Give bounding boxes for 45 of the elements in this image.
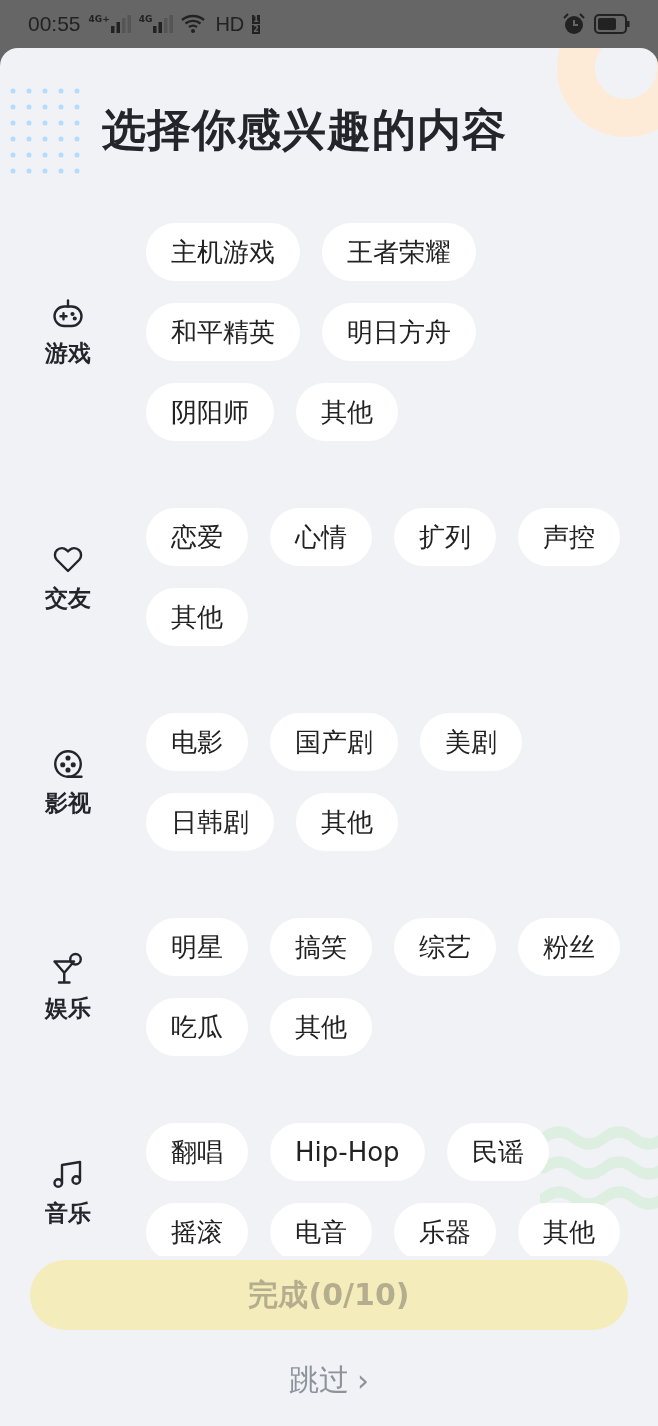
interest-tag[interactable]: 明星 — [146, 918, 248, 976]
interest-tag[interactable]: 主机游戏 — [146, 223, 300, 281]
interest-tag[interactable]: 恋爱 — [146, 508, 248, 566]
network-type: 4G+ — [88, 15, 110, 24]
interest-tag[interactable]: 其他 — [270, 998, 372, 1056]
category-label: 游戏 — [45, 338, 91, 368]
category-label: 音乐 — [45, 1198, 91, 1228]
page-title: 选择你感兴趣的内容 — [102, 103, 507, 157]
interest-tag[interactable]: 电影 — [146, 713, 248, 771]
sim-slot-label: 2 — [252, 24, 260, 34]
hd-label: HD — [215, 12, 245, 36]
interest-tag[interactable]: 明日方舟 — [322, 303, 476, 361]
category-label: 交友 — [45, 583, 91, 613]
interest-tag[interactable]: 翻唱 — [146, 1123, 248, 1181]
signal-icon — [110, 15, 131, 33]
interest-tag[interactable]: 美剧 — [420, 713, 522, 771]
interest-tag[interactable]: 综艺 — [394, 918, 496, 976]
interest-tag[interactable]: 民谣 — [446, 1123, 549, 1181]
network-type: 4G — [138, 15, 153, 24]
interest-tag[interactable]: 摇滚 — [146, 1203, 248, 1256]
interest-tag[interactable]: 国产剧 — [270, 713, 398, 771]
interest-tag[interactable]: 阴阳师 — [146, 383, 274, 441]
category-label: 娱乐 — [45, 993, 91, 1023]
interest-tag[interactable]: 扩列 — [394, 508, 496, 566]
interest-tag[interactable]: 吃瓜 — [146, 998, 248, 1056]
interest-tag[interactable]: 其他 — [518, 1203, 620, 1256]
sim-slot-label: 1 — [252, 14, 260, 24]
interest-tag[interactable]: 乐器 — [394, 1203, 496, 1256]
category-label: 影视 — [45, 788, 91, 818]
status-time: 00:55 — [28, 12, 81, 36]
interest-tag[interactable]: 电音 — [270, 1203, 372, 1256]
interest-tag[interactable]: 其他 — [296, 383, 398, 441]
interest-tag[interactable]: 日韩剧 — [146, 793, 274, 851]
interest-tag[interactable]: 搞笑 — [270, 918, 372, 976]
interest-tag[interactable]: 心情 — [270, 508, 372, 566]
interest-tag[interactable]: 其他 — [296, 793, 398, 851]
interest-tag[interactable]: 其他 — [146, 588, 248, 646]
battery-icon — [594, 14, 630, 34]
alarm-icon — [562, 12, 586, 36]
interest-tag[interactable]: 粉丝 — [518, 918, 620, 976]
interest-tag[interactable]: 声控 — [518, 508, 620, 566]
interest-tag[interactable]: Hip-Hop — [270, 1123, 425, 1181]
interest-tag[interactable]: 王者荣耀 — [322, 223, 476, 281]
signal-icon — [153, 15, 174, 33]
interest-tag[interactable]: 和平精英 — [146, 303, 300, 361]
